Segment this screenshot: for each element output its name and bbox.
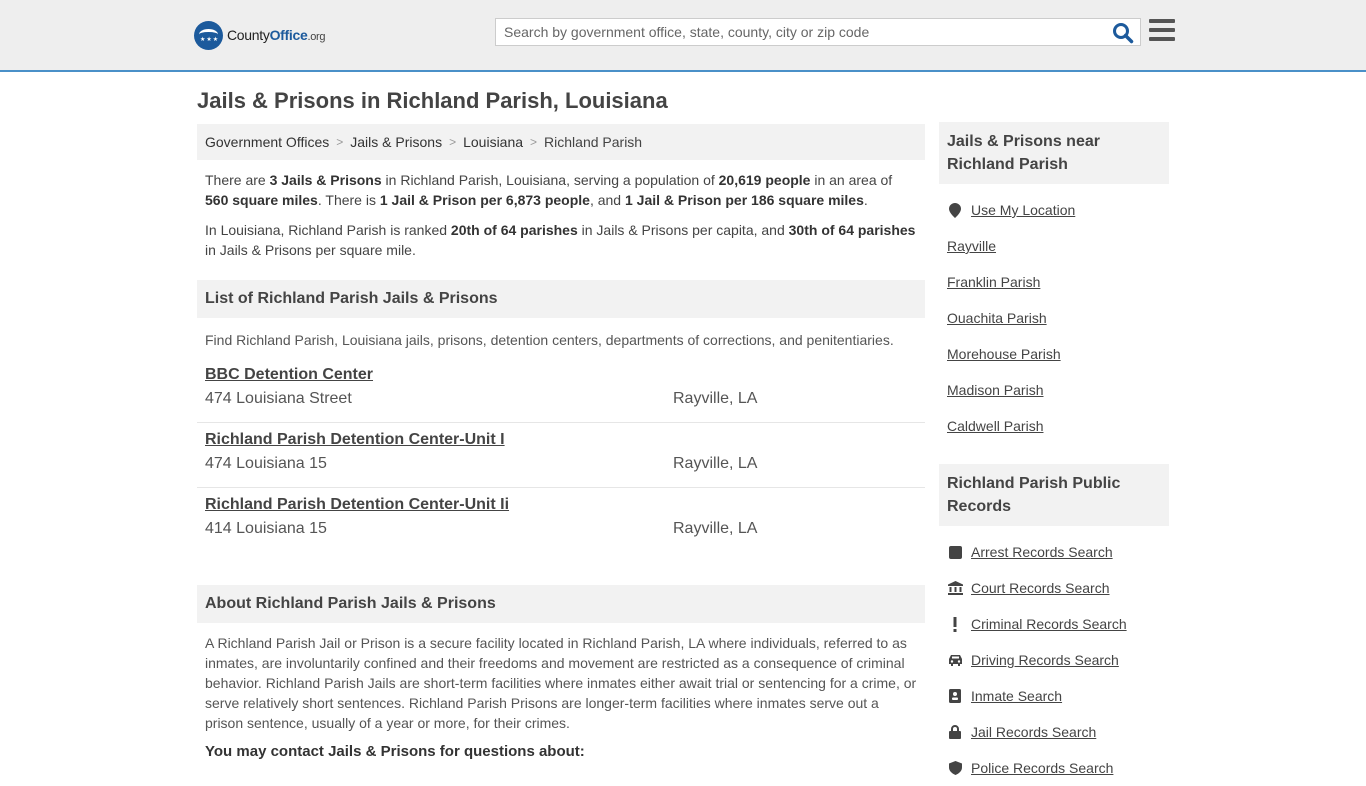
summary-paragraph: There are 3 Jails & Prisons in Richland …	[205, 172, 893, 208]
car-icon	[947, 652, 963, 668]
search-icon	[1113, 23, 1134, 44]
criminal-records-link[interactable]: Criminal Records Search	[971, 616, 1127, 632]
list-item: Inmate Search	[939, 678, 1169, 714]
about-paragraph: A Richland Parish Jail or Prison is a se…	[205, 635, 917, 731]
facility-link[interactable]: Richland Parish Detention Center-Unit Ii	[205, 496, 509, 513]
facility-city: Rayville, LA	[673, 455, 758, 472]
list-item: Jail Records Search	[939, 714, 1169, 750]
list-item: Richland Parish Detention Center-Unit I …	[197, 423, 925, 488]
site-header: ★★★ CountyOffice.org	[0, 0, 1366, 72]
ranking-paragraph: In Louisiana, Richland Parish is ranked …	[205, 222, 916, 258]
list-section-heading: List of Richland Parish Jails & Prisons	[197, 280, 925, 318]
list-item: Franklin Parish	[939, 264, 1169, 300]
inmate-search-link[interactable]: Inmate Search	[971, 688, 1062, 704]
breadcrumb-government-offices[interactable]: Government Offices	[205, 134, 329, 150]
nearby-link-rayville[interactable]: Rayville	[947, 238, 996, 254]
facility-link[interactable]: BBC Detention Center	[205, 366, 373, 383]
breadcrumb-richland-parish: Richland Parish	[544, 134, 643, 150]
search-button[interactable]	[1112, 22, 1134, 44]
search-input[interactable]	[496, 19, 1096, 45]
facility-city: Rayville, LA	[673, 390, 758, 407]
breadcrumb-jails-prisons[interactable]: Jails & Prisons	[350, 134, 442, 150]
contact-heading: You may contact Jails & Prisons for ques…	[205, 743, 585, 760]
breadcrumb-separator-icon: >	[530, 135, 538, 149]
records-list: Arrest Records Search Court Records Sear…	[939, 534, 1169, 786]
list-item: Caldwell Parish	[939, 408, 1169, 444]
list-item: Richland Parish Detention Center-Unit Ii…	[197, 488, 925, 553]
list-item: Use My Location	[939, 192, 1169, 228]
list-section-intro: Find Richland Parish, Louisiana jails, p…	[205, 332, 894, 348]
courthouse-icon	[947, 580, 963, 596]
sidebar: Jails & Prisons near Richland Parish Use…	[939, 122, 1169, 786]
list-item: Ouachita Parish	[939, 300, 1169, 336]
police-records-link[interactable]: Police Records Search	[971, 760, 1113, 776]
list-item: Criminal Records Search	[939, 606, 1169, 642]
list-item: Court Records Search	[939, 570, 1169, 606]
logo-text: CountyOffice.org	[227, 27, 326, 43]
sidebar-nearby-heading: Jails & Prisons near Richland Parish	[939, 122, 1169, 184]
list-item: Arrest Records Search	[939, 534, 1169, 570]
list-item: Rayville	[939, 228, 1169, 264]
menu-icon[interactable]	[1149, 19, 1175, 41]
facility-address: 414 Louisiana 15	[205, 520, 327, 537]
nearby-link-franklin[interactable]: Franklin Parish	[947, 274, 1040, 290]
nearby-link-caldwell[interactable]: Caldwell Parish	[947, 418, 1043, 434]
breadcrumb-separator-icon: >	[336, 135, 344, 149]
sidebar-records-heading: Richland Parish Public Records	[939, 464, 1169, 526]
exclamation-icon	[947, 616, 963, 632]
facility-address: 474 Louisiana Street	[205, 390, 352, 407]
driving-records-link[interactable]: Driving Records Search	[971, 652, 1119, 668]
arrest-records-link[interactable]: Arrest Records Search	[971, 544, 1113, 560]
lock-icon	[947, 724, 963, 740]
location-pin-icon	[947, 202, 963, 218]
facility-link[interactable]: Richland Parish Detention Center-Unit I	[205, 431, 505, 448]
list-item: Madison Parish	[939, 372, 1169, 408]
shield-icon	[947, 760, 963, 776]
id-badge-icon	[947, 688, 963, 704]
main-content: Government Offices > Jails & Prisons > L…	[197, 124, 925, 760]
nearby-link-madison[interactable]: Madison Parish	[947, 382, 1044, 398]
about-section-heading: About Richland Parish Jails & Prisons	[197, 585, 925, 623]
page-title: Jails & Prisons in Richland Parish, Loui…	[197, 88, 668, 113]
site-logo[interactable]: ★★★ CountyOffice.org	[194, 20, 326, 50]
breadcrumb-separator-icon: >	[449, 135, 457, 149]
jail-records-link[interactable]: Jail Records Search	[971, 724, 1096, 740]
facility-city: Rayville, LA	[673, 520, 758, 537]
list-item: Police Records Search	[939, 750, 1169, 786]
nearby-link-morehouse[interactable]: Morehouse Parish	[947, 346, 1061, 362]
facility-address: 474 Louisiana 15	[205, 455, 327, 472]
search-bar	[495, 18, 1141, 46]
court-records-link[interactable]: Court Records Search	[971, 580, 1110, 596]
breadcrumb: Government Offices > Jails & Prisons > L…	[197, 124, 925, 160]
list-item: Morehouse Parish	[939, 336, 1169, 372]
list-item: BBC Detention Center 474 Louisiana Stree…	[197, 358, 925, 423]
nearby-link-ouachita[interactable]: Ouachita Parish	[947, 310, 1047, 326]
list-item: Driving Records Search	[939, 642, 1169, 678]
use-my-location-link[interactable]: Use My Location	[971, 202, 1075, 218]
nearby-list: Use My Location Rayville Franklin Parish…	[939, 192, 1169, 444]
breadcrumb-louisiana[interactable]: Louisiana	[463, 134, 523, 150]
logo-badge-icon: ★★★	[194, 20, 223, 50]
square-icon	[947, 544, 963, 560]
facility-list: BBC Detention Center 474 Louisiana Stree…	[197, 358, 925, 553]
